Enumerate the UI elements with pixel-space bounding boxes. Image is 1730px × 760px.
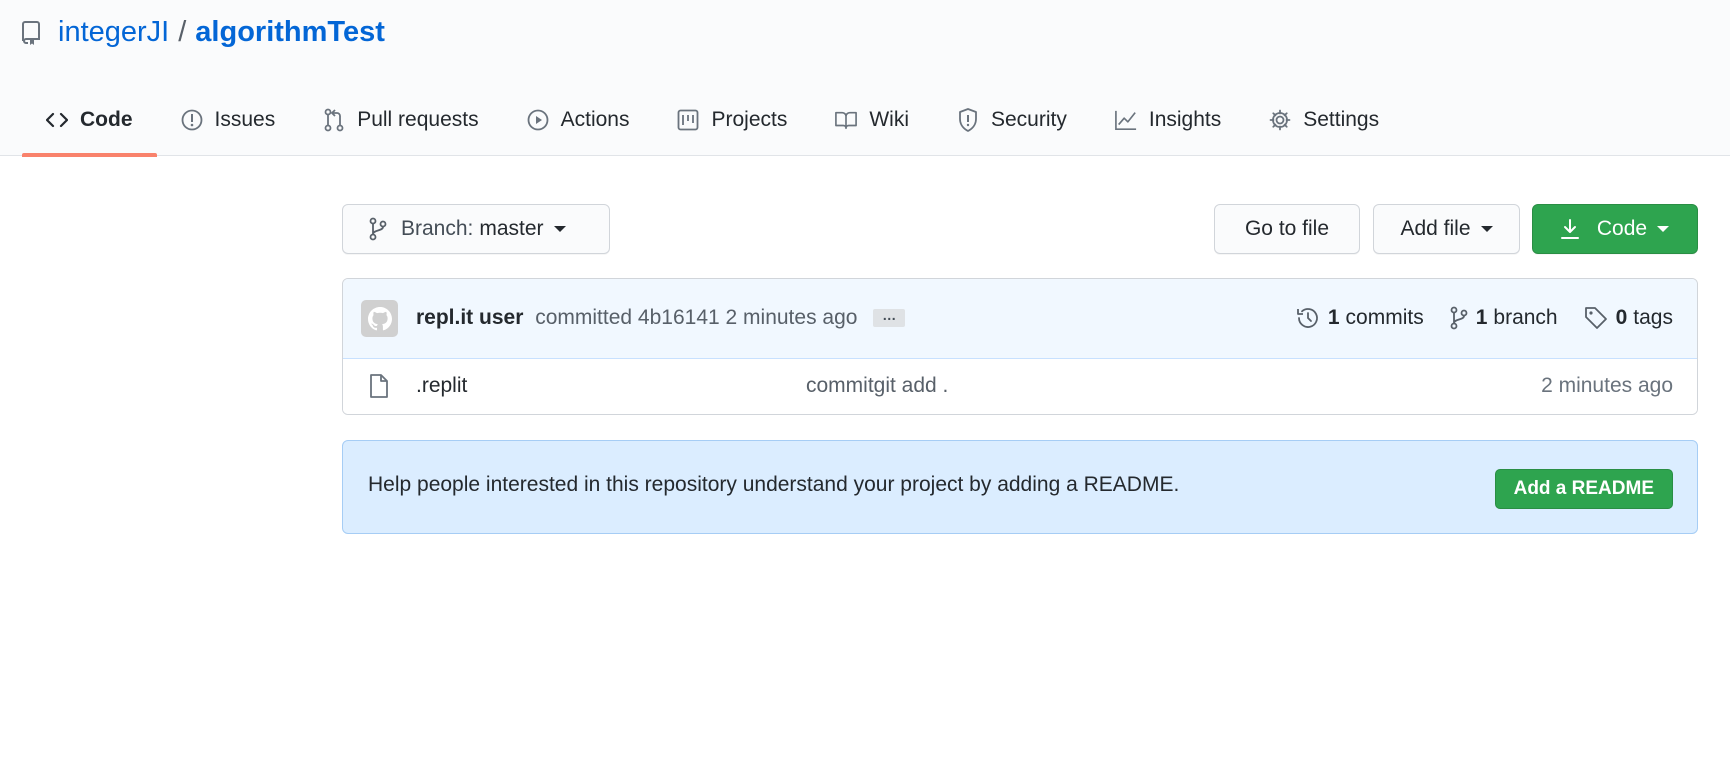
tab-label: Code [80,108,133,131]
graph-icon [1114,108,1137,132]
commit-summary: repl.it user committed 4b16141 2 minutes… [416,306,906,330]
add-file-button[interactable]: Add file [1373,204,1520,254]
repo-separator: / [178,16,187,48]
commits-link[interactable]: 1 commits [1296,306,1424,330]
history-icon [1296,306,1320,330]
tab-pull-requests[interactable]: Pull requests [299,94,502,156]
tags-label: tags [1633,306,1673,329]
avatar[interactable] [361,300,398,337]
project-icon [677,108,699,132]
branch-prefix: Branch: [401,217,474,240]
shield-icon [957,108,979,132]
tags-count: 0 [1615,306,1628,329]
github-mark-icon [367,306,392,330]
code-icon [46,108,68,132]
go-to-file-button[interactable]: Go to file [1214,204,1360,254]
tab-security[interactable]: Security [933,94,1091,156]
file-icon [369,374,389,404]
git-branch-icon [1450,306,1468,330]
commits-label: commits [1345,306,1424,329]
tab-insights[interactable]: Insights [1091,94,1245,156]
branch-count: 1 [1475,306,1488,329]
repo-stats: 1 commits 1 branch 0 tags [1270,306,1673,330]
commit-action: committed [535,306,633,329]
tags-link[interactable]: 0 tags [1584,306,1673,330]
commit-time: 2 minutes ago [725,306,858,329]
repo-title: integerJI / algorithmTest [22,16,385,49]
issue-icon [181,108,203,132]
gear-icon [1269,108,1291,132]
tab-label: Insights [1148,108,1222,131]
chevron-down-icon [1657,226,1670,232]
tab-actions[interactable]: Actions [503,94,654,156]
tab-label: Security [991,108,1067,131]
tab-label: Actions [560,108,630,131]
file-list-box: repl.it user committed 4b16141 2 minutes… [342,278,1698,415]
tab-label: Issues [214,108,276,131]
code-download-button[interactable]: Code [1532,204,1698,254]
branches-link[interactable]: 1 branch [1450,306,1558,330]
tab-label: Settings [1303,108,1380,131]
download-icon [1560,219,1579,239]
tab-settings[interactable]: Settings [1245,94,1403,156]
play-icon [527,108,549,132]
readme-prompt-message: Help people interested in this repositor… [368,473,1180,496]
readme-prompt: Help people interested in this repositor… [342,440,1698,534]
repo-icon [22,19,44,47]
add-readme-button[interactable]: Add a README [1494,469,1673,509]
tab-label: Wiki [869,108,909,131]
tab-projects[interactable]: Projects [653,94,811,156]
tab-wiki[interactable]: Wiki [811,94,933,156]
file-age: 2 minutes ago [1541,374,1673,397]
branch-select-button[interactable]: Branch: master [342,204,610,254]
repo-name-link[interactable]: algorithmTest [195,16,385,49]
repo-nav-tabs: Code Issues Pull requests Actions Projec… [22,94,1403,157]
tab-code[interactable]: Code [22,94,157,157]
book-icon [835,108,858,132]
commit-expand-button[interactable]: … [873,308,906,328]
chevron-down-icon [1480,226,1493,232]
code-button-label: Code [1596,217,1648,240]
commits-count: 1 [1327,306,1340,329]
repo-header: integerJI / algorithmTest Code Issues Pu… [0,0,1730,157]
git-branch-icon [369,217,387,241]
file-commit-message[interactable]: commitgit add . [806,374,948,398]
tab-issues[interactable]: Issues [157,94,300,156]
branch-name: master [479,217,544,240]
add-file-label: Add file [1400,217,1471,240]
repo-owner-link[interactable]: integerJI [58,16,169,49]
pull-request-icon [323,108,345,132]
tab-label: Pull requests [357,108,479,131]
commit-author[interactable]: repl.it user [416,306,523,329]
tab-label: Projects [711,108,788,131]
branch-label: branch [1493,306,1558,329]
latest-commit-bar: repl.it user committed 4b16141 2 minutes… [343,279,1697,359]
file-name-link[interactable]: .replit [416,374,467,398]
commit-sha[interactable]: 4b16141 [638,306,720,329]
tag-icon [1584,306,1608,330]
file-row[interactable]: .replit commitgit add . 2 minutes ago [343,359,1697,414]
chevron-down-icon [553,226,566,232]
